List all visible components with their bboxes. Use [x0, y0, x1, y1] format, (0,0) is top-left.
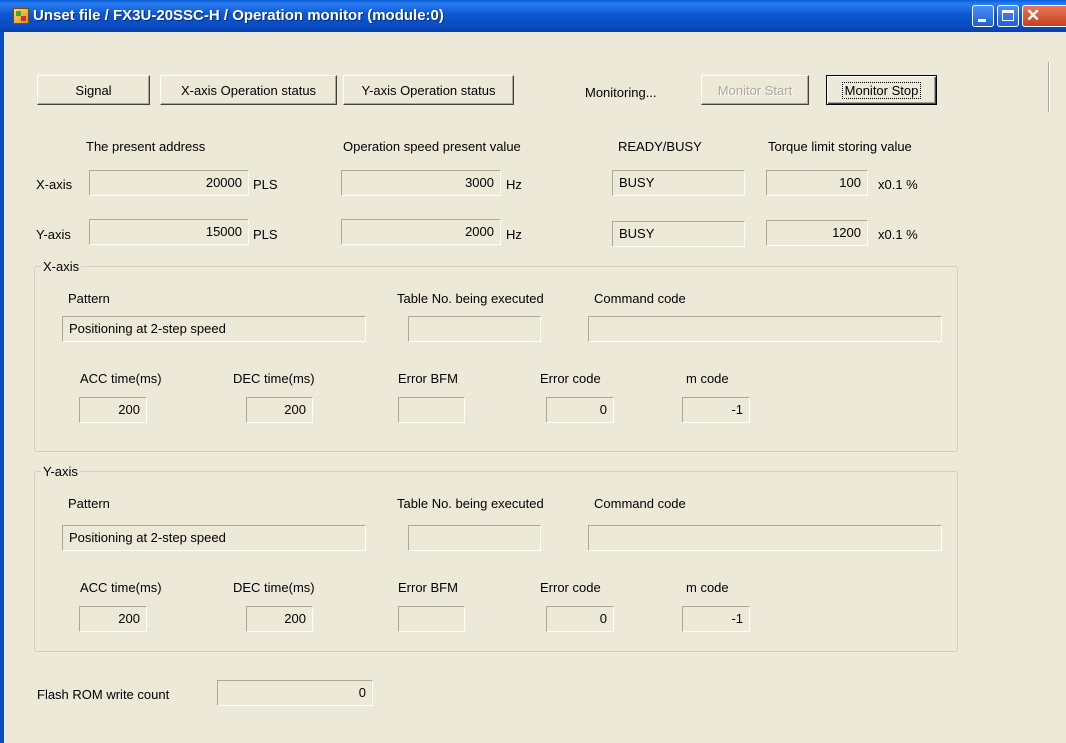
y-table-no-field — [408, 525, 541, 551]
x-axis-group-title: X-axis — [41, 259, 82, 274]
x-torque-unit: x0.1 % — [878, 177, 918, 192]
y-dec-time-field: 200 — [246, 606, 313, 632]
x-axis-row-label: X-axis — [36, 177, 73, 192]
y-command-code-label: Command code — [594, 496, 686, 511]
y-error-code-label: Error code — [540, 580, 601, 595]
y-error-code-field: 0 — [546, 606, 614, 632]
x-table-no-field — [408, 316, 541, 342]
y-ready-busy-field: BUSY — [612, 221, 745, 247]
y-command-code-field — [588, 525, 942, 551]
x-operation-speed-field: 3000 — [341, 170, 501, 196]
operation-speed-header: Operation speed present value — [343, 139, 521, 154]
x-pattern-field: Positioning at 2-step speed — [62, 316, 366, 342]
y-operation-speed-field: 2000 — [341, 219, 501, 245]
y-torque-limit-field: 1200 — [766, 220, 868, 246]
flash-rom-label: Flash ROM write count — [37, 687, 170, 702]
y-error-bfm-label: Error BFM — [398, 580, 458, 595]
operation-monitor-window: Unset file / FX3U-20SSC-H / Operation mo… — [0, 0, 1066, 743]
x-m-code-field: -1 — [682, 397, 750, 423]
y-acc-time-field: 200 — [79, 606, 147, 632]
y-speed-unit: Hz — [506, 227, 522, 242]
app-icon[interactable] — [13, 8, 29, 24]
x-pattern-label: Pattern — [68, 291, 110, 306]
signal-button[interactable]: Signal — [37, 75, 150, 105]
monitor-stop-label: Monitor Stop — [841, 81, 922, 99]
x-present-address-field: 20000 — [89, 170, 249, 196]
x-speed-unit: Hz — [506, 177, 522, 192]
close-button[interactable]: ✕ — [1022, 5, 1066, 27]
y-m-code-field: -1 — [682, 606, 750, 632]
minimize-icon — [978, 19, 986, 22]
window-border-left — [0, 32, 4, 743]
flash-rom-write-count-field: 0 — [217, 680, 373, 706]
y-address-unit: PLS — [253, 227, 278, 242]
y-torque-unit: x0.1 % — [878, 227, 918, 242]
monitor-stop-button[interactable]: Monitor Stop — [826, 75, 937, 105]
y-table-no-label: Table No. being executed — [397, 496, 544, 511]
x-error-bfm-field — [398, 397, 465, 423]
ready-busy-header: READY/BUSY — [618, 139, 702, 154]
x-axis-operation-status-button[interactable]: X-axis Operation status — [160, 75, 337, 105]
x-error-code-label: Error code — [540, 371, 601, 386]
separator-line — [1048, 62, 1050, 112]
y-axis-row-label: Y-axis — [36, 227, 71, 242]
window-title: Unset file / FX3U-20SSC-H / Operation mo… — [33, 7, 444, 24]
y-pattern-label: Pattern — [68, 496, 110, 511]
y-acc-time-label: ACC time(ms) — [80, 580, 162, 595]
x-address-unit: PLS — [253, 177, 278, 192]
x-command-code-label: Command code — [594, 291, 686, 306]
maximize-icon — [1002, 10, 1014, 21]
y-present-address-field: 15000 — [89, 219, 249, 245]
y-axis-operation-status-button[interactable]: Y-axis Operation status — [343, 75, 514, 105]
minimize-button[interactable] — [972, 5, 994, 27]
x-dec-time-label: DEC time(ms) — [233, 371, 315, 386]
x-error-bfm-label: Error BFM — [398, 371, 458, 386]
x-acc-time-field: 200 — [79, 397, 147, 423]
x-table-no-label: Table No. being executed — [397, 291, 544, 306]
present-address-header: The present address — [86, 139, 206, 154]
x-ready-busy-field: BUSY — [612, 170, 745, 196]
monitoring-status: Monitoring... — [585, 85, 657, 100]
y-m-code-label: m code — [686, 580, 729, 595]
y-pattern-field: Positioning at 2-step speed — [62, 525, 366, 551]
x-acc-time-label: ACC time(ms) — [80, 371, 162, 386]
y-axis-group-title: Y-axis — [41, 464, 80, 479]
x-command-code-field — [588, 316, 942, 342]
close-icon: ✕ — [1026, 6, 1041, 25]
x-dec-time-field: 200 — [246, 397, 313, 423]
maximize-button[interactable] — [997, 5, 1019, 27]
y-error-bfm-field — [398, 606, 465, 632]
title-bar[interactable]: Unset file / FX3U-20SSC-H / Operation mo… — [0, 0, 1066, 32]
x-m-code-label: m code — [686, 371, 729, 386]
x-torque-limit-field: 100 — [766, 170, 868, 196]
x-error-code-field: 0 — [546, 397, 614, 423]
monitor-start-button[interactable]: Monitor Start — [701, 75, 809, 105]
y-dec-time-label: DEC time(ms) — [233, 580, 315, 595]
torque-limit-header: Torque limit storing value — [768, 139, 912, 154]
